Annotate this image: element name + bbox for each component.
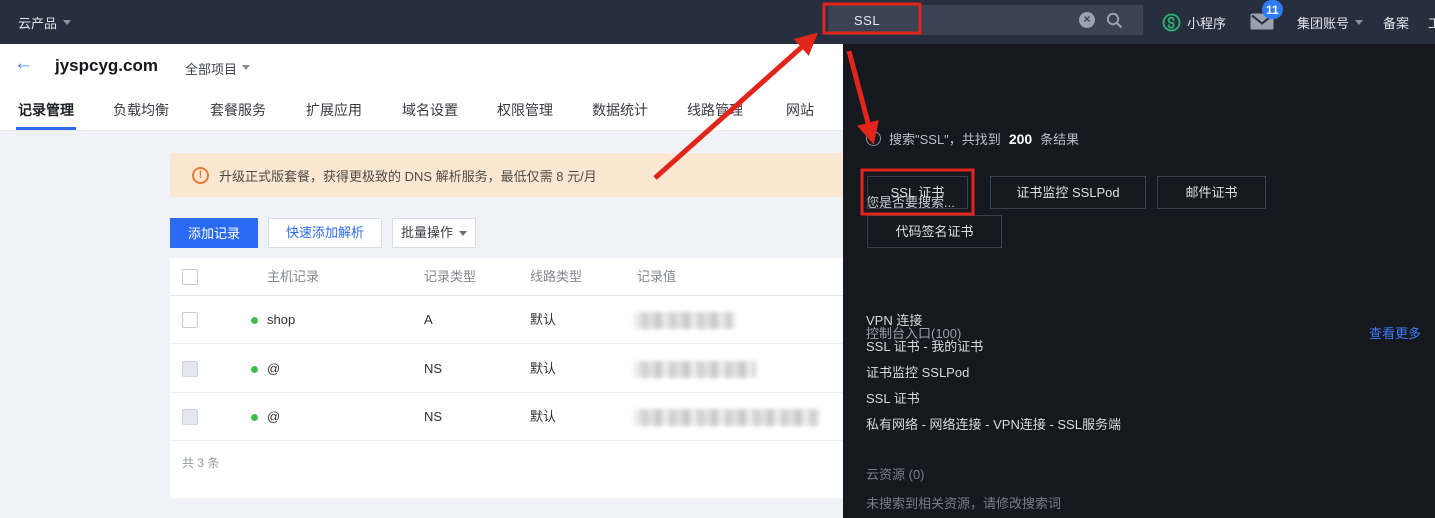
summary-count: 200 bbox=[1009, 131, 1032, 147]
group-account-label: 集团账号 bbox=[1297, 13, 1349, 32]
line-cell: 默认 bbox=[530, 296, 556, 344]
project-filter-label: 全部项目 bbox=[185, 59, 237, 78]
suggest-button-sslpod[interactable]: 证书监控 SSLPod bbox=[990, 176, 1146, 209]
table-footer: 共 3 条 bbox=[170, 441, 843, 498]
chevron-down-icon bbox=[63, 20, 71, 29]
console-entry-ssl-cert[interactable]: SSL 证书 bbox=[866, 388, 920, 407]
warning-icon: ! bbox=[192, 167, 209, 184]
record-value-redacted bbox=[634, 409, 819, 426]
line-cell: 默认 bbox=[530, 393, 556, 441]
mini-program-menu[interactable]: 小程序 bbox=[1162, 0, 1226, 44]
type-cell: NS bbox=[424, 345, 442, 393]
cloud-resources-empty-text: 未搜索到相关资源，请修改搜索词 bbox=[866, 493, 1061, 512]
tab-record-management[interactable]: 记录管理 bbox=[18, 90, 74, 130]
clear-search-icon[interactable]: × bbox=[1079, 12, 1095, 28]
global-search-box[interactable]: × bbox=[828, 5, 1143, 35]
mini-program-icon bbox=[1162, 13, 1181, 32]
status-dot-icon bbox=[251, 366, 258, 373]
domain-header: ← jyspcyg.com 全部项目 bbox=[0, 44, 843, 90]
console-entry-vpc-ssl[interactable]: 私有网络 - 网络连接 - VPN连接 - SSL服务端 bbox=[866, 414, 1121, 433]
type-cell: A bbox=[424, 296, 433, 344]
suggest-button-ssl-cert[interactable]: SSL 证书 bbox=[867, 176, 968, 209]
tab-load-balancing[interactable]: 负载均衡 bbox=[113, 90, 169, 130]
topbar-edge-label: 工 bbox=[1428, 13, 1435, 32]
mini-program-label: 小程序 bbox=[1187, 13, 1226, 32]
tab-statistics[interactable]: 数据统计 bbox=[592, 90, 648, 130]
table-row[interactable]: shop A 默认 bbox=[170, 296, 843, 344]
see-more-link[interactable]: 查看更多 bbox=[1369, 323, 1421, 342]
col-value: 记录值 bbox=[637, 258, 676, 296]
beian-label: 备案 bbox=[1383, 13, 1409, 32]
table-header-row: 主机记录 记录类型 线路类型 记录值 bbox=[170, 258, 843, 296]
col-line: 线路类型 bbox=[530, 258, 582, 296]
type-cell: NS bbox=[424, 393, 442, 441]
chevron-down-icon bbox=[242, 65, 250, 74]
tab-permissions[interactable]: 权限管理 bbox=[497, 90, 553, 130]
batch-operation-button[interactable]: 批量操作 bbox=[392, 218, 476, 248]
select-all-checkbox[interactable] bbox=[182, 269, 198, 285]
notification-badge[interactable]: 11 bbox=[1262, 0, 1283, 19]
console-entry-vpn[interactable]: VPN 连接 bbox=[866, 310, 922, 329]
host-cell: @ bbox=[267, 345, 280, 393]
chevron-down-icon bbox=[459, 231, 467, 240]
console-entry-my-certs[interactable]: SSL 证书 - 我的证书 bbox=[866, 336, 983, 355]
cloud-resources-title: 云资源 (0) bbox=[866, 464, 925, 483]
tab-website[interactable]: 网站 bbox=[786, 90, 814, 130]
line-cell: 默认 bbox=[530, 345, 556, 393]
topbar: 云产品 × 小程序 11 集团账号 备案 bbox=[0, 0, 1435, 44]
row-checkbox[interactable] bbox=[182, 312, 198, 328]
record-table: 主机记录 记录类型 线路类型 记录值 shop A 默认 @ NS 默认 @ N… bbox=[170, 258, 843, 498]
console-entry-sslpod[interactable]: 证书监控 SSLPod bbox=[866, 362, 969, 381]
back-arrow-icon[interactable]: ← bbox=[14, 53, 33, 75]
search-icon[interactable] bbox=[1106, 12, 1123, 34]
upgrade-banner: ! 升级正式版套餐，获得更极致的 DNS 解析服务，最低仅需 8 元/月 bbox=[170, 153, 843, 197]
col-host: 主机记录 bbox=[267, 258, 319, 296]
tab-extensions[interactable]: 扩展应用 bbox=[306, 90, 362, 130]
upgrade-banner-text: 升级正式版套餐，获得更极致的 DNS 解析服务，最低仅需 8 元/月 bbox=[219, 166, 597, 185]
domain-title: jyspcyg.com bbox=[55, 56, 158, 76]
suggest-button-email-cert[interactable]: 邮件证书 bbox=[1157, 176, 1266, 209]
tab-domain-settings[interactable]: 域名设置 bbox=[402, 90, 458, 130]
summary-prefix: 搜索"SSL"，共找到 bbox=[889, 129, 1001, 148]
summary-suffix: 条结果 bbox=[1040, 129, 1079, 148]
status-dot-icon bbox=[251, 317, 258, 324]
suggest-button-code-sign-cert[interactable]: 代码签名证书 bbox=[867, 215, 1002, 248]
info-icon: i bbox=[866, 131, 881, 146]
record-count-label: 共 3 条 bbox=[182, 454, 219, 471]
cloud-products-label: 云产品 bbox=[18, 13, 57, 32]
search-results-panel: i 搜索"SSL"，共找到 200 条结果 您是否要搜索... SSL 证书 证… bbox=[843, 44, 1435, 518]
search-input[interactable] bbox=[854, 5, 1054, 35]
add-record-button[interactable]: 添加记录 bbox=[170, 218, 258, 248]
status-dot-icon bbox=[251, 414, 258, 421]
col-type: 记录类型 bbox=[424, 258, 476, 296]
topbar-edge-item[interactable]: 工 bbox=[1428, 0, 1435, 44]
table-row[interactable]: @ NS 默认 bbox=[170, 393, 843, 441]
host-cell: @ bbox=[267, 393, 280, 441]
record-value-redacted bbox=[634, 361, 756, 378]
row-checkbox[interactable] bbox=[182, 409, 198, 425]
search-summary: i 搜索"SSL"，共找到 200 条结果 bbox=[866, 129, 1079, 148]
row-checkbox[interactable] bbox=[182, 361, 198, 377]
tab-bar: 记录管理 负载均衡 套餐服务 扩展应用 域名设置 权限管理 数据统计 线路管理 … bbox=[0, 90, 843, 131]
cloud-products-menu[interactable]: 云产品 bbox=[18, 0, 71, 44]
record-value-redacted bbox=[634, 312, 734, 329]
beian-link[interactable]: 备案 bbox=[1383, 0, 1409, 44]
batch-operation-label: 批量操作 bbox=[401, 219, 453, 247]
tab-line-management[interactable]: 线路管理 bbox=[687, 90, 743, 130]
quick-add-button[interactable]: 快速添加解析 bbox=[268, 218, 382, 248]
group-account-menu[interactable]: 集团账号 bbox=[1297, 0, 1363, 44]
table-row[interactable]: @ NS 默认 bbox=[170, 345, 843, 393]
chevron-down-icon bbox=[1355, 20, 1363, 29]
tab-plan-service[interactable]: 套餐服务 bbox=[210, 90, 266, 130]
project-filter-dropdown[interactable]: 全部项目 bbox=[185, 59, 250, 78]
host-cell: shop bbox=[267, 296, 295, 344]
